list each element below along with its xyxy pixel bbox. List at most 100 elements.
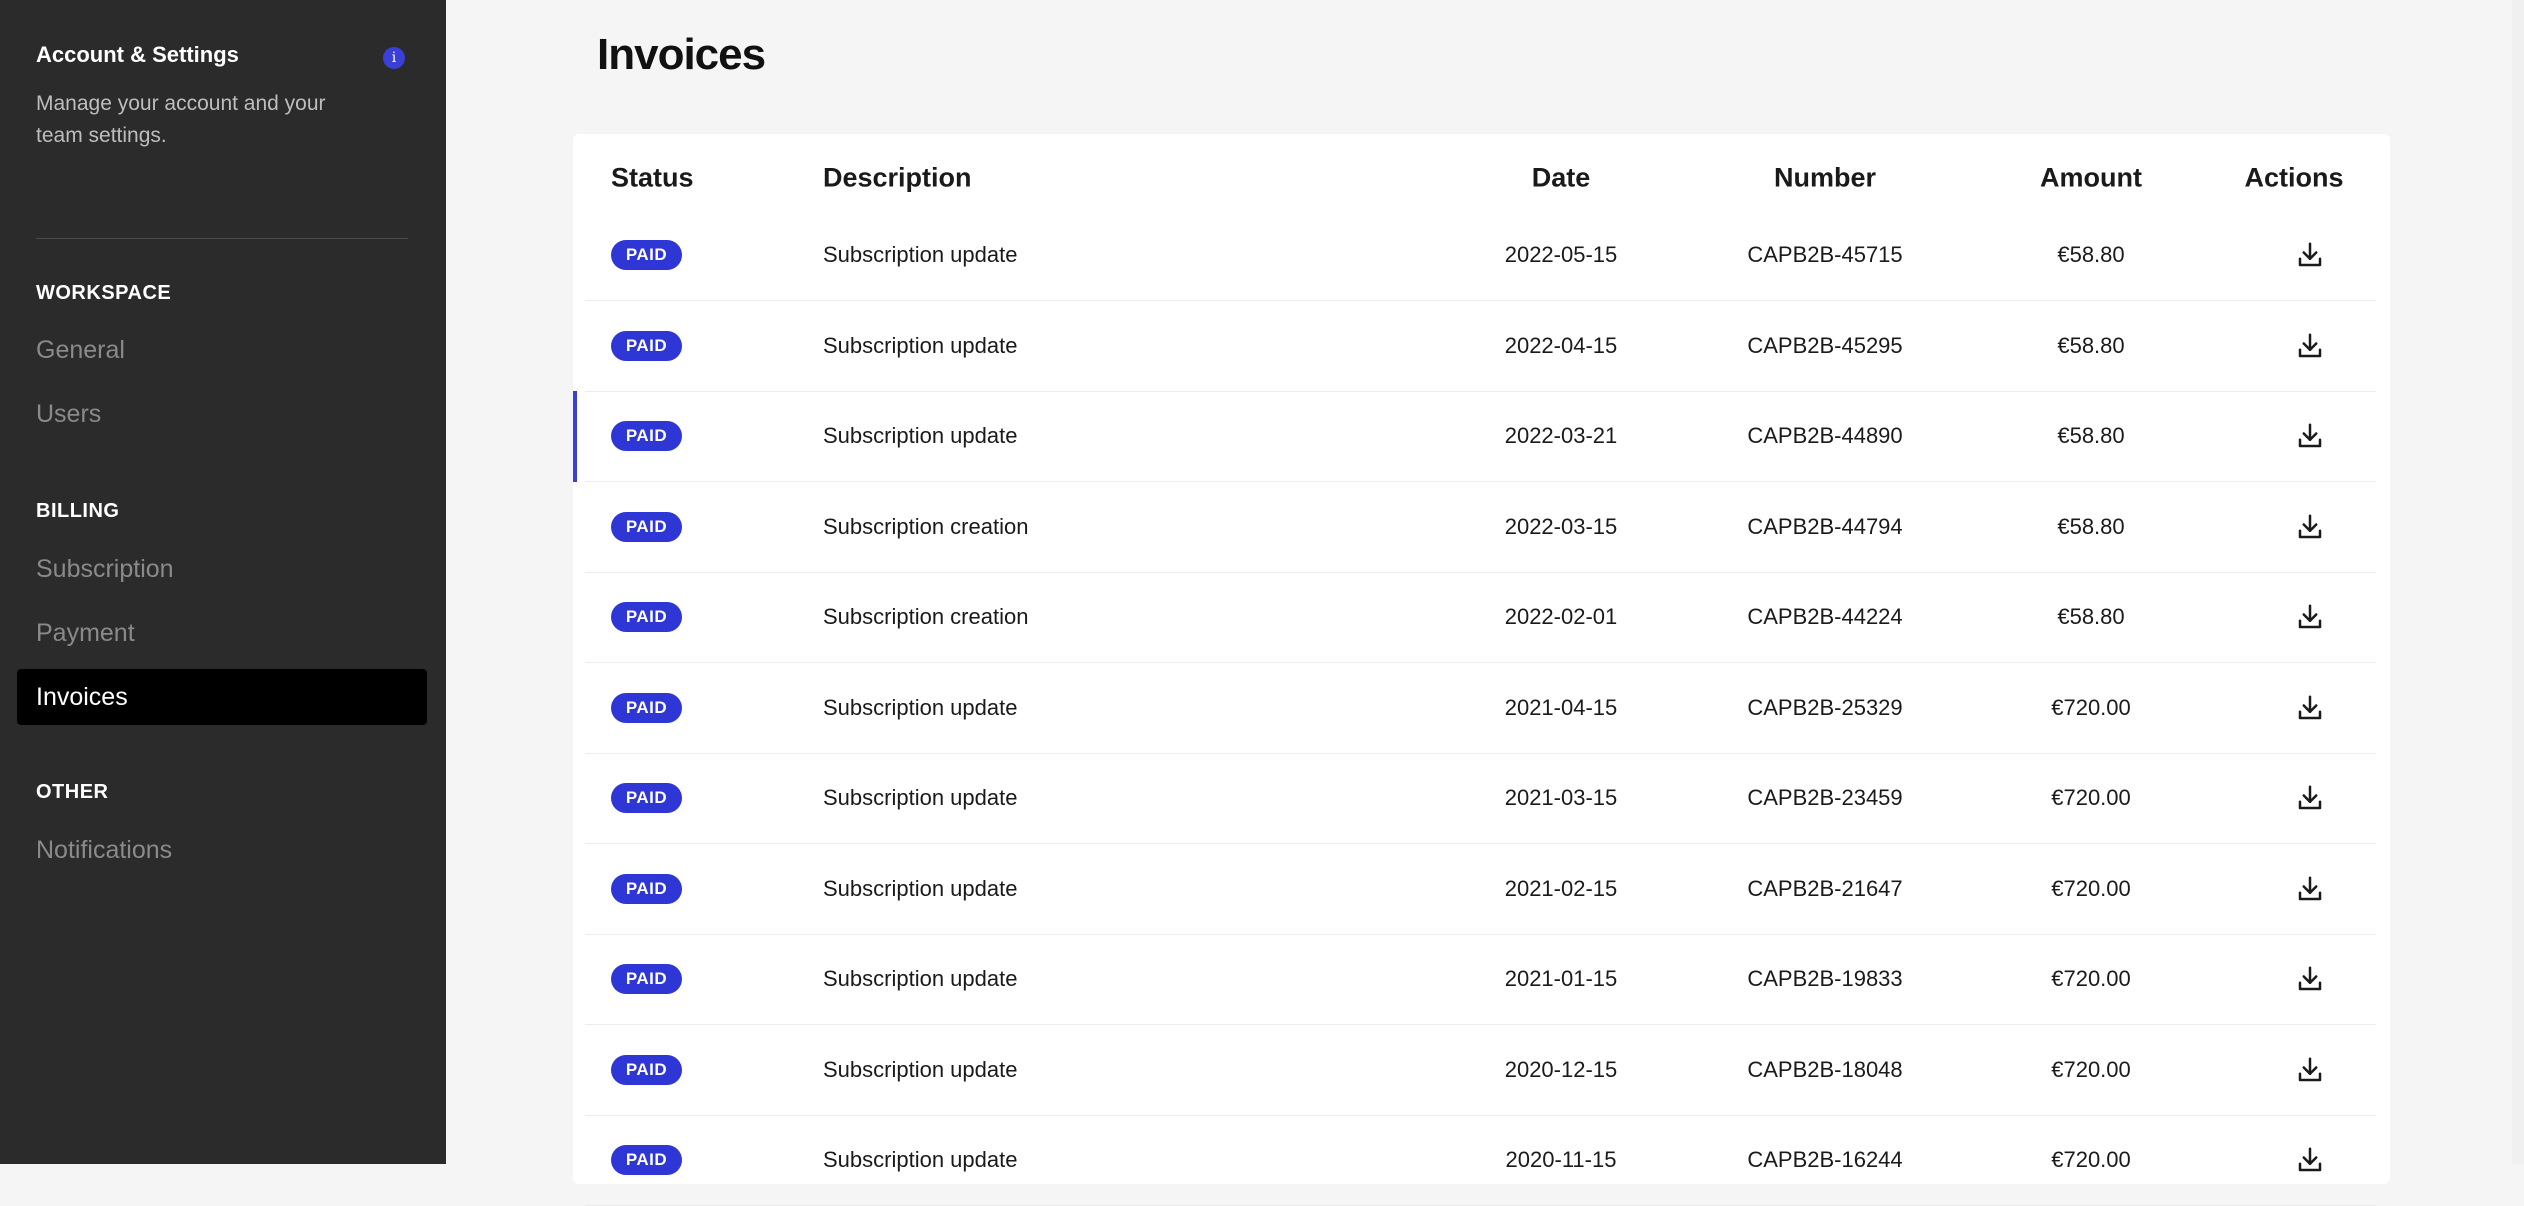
status-badge: PAID: [611, 1054, 682, 1085]
table-row[interactable]: PAID Subscription creation 2022-02-01 CAPB2…: [585, 572, 2376, 663]
table-row[interactable]: PAID Subscription update 2022-05-15 CAPB2B-…: [585, 210, 2376, 301]
description-cell: Subscription update: [823, 332, 1018, 358]
status-badge: PAID: [611, 692, 682, 723]
number-cell: CAPB2B-18048: [1747, 1056, 1903, 1082]
description-cell: Subscription update: [823, 966, 1018, 991]
number-cell: CAPB2B-23459: [1747, 785, 1903, 810]
description-cell: Subscription update: [823, 875, 1018, 901]
date-cell: 2022-02-01: [1504, 604, 1618, 629]
amount-cell: €58.80: [2057, 604, 2125, 629]
table-row[interactable]: PAID Subscription update 2021-03-15 CAPB2B-…: [585, 753, 2376, 844]
number-cell: CAPB2B-45715: [1747, 242, 1903, 267]
amount-cell: €720.00: [2051, 966, 2131, 991]
table-row[interactable]: PAID Subscription update 2022-04-15 CAPB2B-…: [585, 301, 2376, 392]
section-billing: BILLING: [36, 500, 120, 522]
date-cell: 2022-03-15: [1504, 513, 1618, 539]
download-icon[interactable]: [2295, 240, 2325, 270]
scrollbar[interactable]: [2512, 0, 2524, 1164]
column-header-status: Status: [611, 162, 694, 193]
date-cell: 2022-04-15: [1504, 332, 1618, 358]
description-cell: Subscription update: [823, 242, 1018, 267]
table-row[interactable]: PAID Subscription update 2020-11-15 CAPB2B-…: [585, 1115, 2376, 1206]
description-cell: Subscription update: [823, 423, 1018, 448]
date-cell: 2021-04-15: [1504, 694, 1618, 720]
section-other: OTHER: [36, 781, 109, 803]
table-row[interactable]: PAID Subscription update 2020-12-15 CAPB2B-…: [585, 1025, 2376, 1116]
amount-cell: €720.00: [2051, 875, 2131, 901]
download-icon[interactable]: [2295, 421, 2325, 451]
table-row[interactable]: PAID Subscription update 2021-04-15 CAPB2B-…: [585, 663, 2376, 754]
number-cell: CAPB2B-19833: [1747, 966, 1903, 991]
description-cell: Subscription creation: [823, 604, 1029, 629]
sidebar-item-notifications[interactable]: Notifications: [36, 836, 172, 865]
sidebar: Account & Settings i Manage your account…: [0, 0, 446, 1164]
download-icon[interactable]: [2295, 693, 2325, 723]
download-icon[interactable]: [2295, 964, 2325, 994]
sidebar-item-general[interactable]: General: [36, 336, 125, 365]
amount-cell: €58.80: [2057, 332, 2125, 358]
status-badge: PAID: [611, 240, 682, 270]
sidebar-subtitle: Manage your account and your team settin…: [36, 92, 326, 147]
description-cell: Subscription update: [823, 785, 1018, 810]
amount-cell: €720.00: [2051, 694, 2131, 720]
download-icon[interactable]: [2295, 331, 2325, 361]
download-icon[interactable]: [2295, 1055, 2325, 1085]
date-cell: 2020-12-15: [1504, 1056, 1618, 1082]
table-row[interactable]: PAID Subscription update 2021-01-15 CAPB2B-…: [585, 934, 2376, 1025]
page-title: Invoices: [597, 30, 766, 79]
column-header-number: Number: [1773, 162, 1877, 193]
sidebar-divider: [36, 238, 408, 239]
status-badge: PAID: [611, 783, 682, 813]
download-icon[interactable]: [2295, 874, 2325, 904]
download-icon[interactable]: [2295, 1145, 2325, 1175]
column-header-date: Date: [1531, 162, 1591, 193]
download-icon[interactable]: [2295, 512, 2325, 542]
number-cell: CAPB2B-44224: [1747, 604, 1903, 629]
status-badge: PAID: [611, 421, 682, 451]
amount-cell: €720.00: [2051, 1147, 2131, 1172]
description-cell: Subscription update: [823, 1147, 1018, 1172]
amount-cell: €58.80: [2057, 242, 2125, 267]
number-cell: CAPB2B-44794: [1747, 513, 1903, 539]
date-cell: 2021-02-15: [1504, 875, 1618, 901]
download-icon[interactable]: [2295, 783, 2325, 813]
column-header-actions: Actions: [2244, 162, 2344, 193]
date-cell: 2021-01-15: [1504, 966, 1618, 991]
download-icon[interactable]: [2295, 602, 2325, 632]
status-badge: PAID: [611, 964, 682, 994]
date-cell: 2022-03-21: [1504, 423, 1618, 448]
table-row[interactable]: PAID Subscription creation 2022-03-15 CAPB2…: [585, 482, 2376, 573]
number-cell: CAPB2B-25329: [1747, 694, 1903, 720]
description-cell: Subscription update: [823, 694, 1018, 720]
column-header-amount: Amount: [2040, 162, 2142, 193]
status-badge: PAID: [611, 602, 682, 632]
section-workspace: WORKSPACE: [36, 282, 172, 304]
sidebar-item-subscription[interactable]: Subscription: [36, 555, 174, 584]
amount-cell: €720.00: [2051, 1056, 2131, 1082]
number-cell: CAPB2B-44890: [1747, 423, 1903, 448]
status-badge: PAID: [611, 511, 682, 542]
amount-cell: €58.80: [2057, 513, 2125, 539]
sidebar-title: Account & Settings: [36, 42, 239, 67]
table-row[interactable]: PAID Subscription update 2022-03-21 CAPB2B-…: [573, 391, 2376, 482]
date-cell: 2020-11-15: [1505, 1147, 1617, 1172]
sidebar-item-users[interactable]: Users: [36, 400, 101, 429]
amount-cell: €720.00: [2051, 785, 2131, 810]
info-icon[interactable]: i: [383, 47, 405, 69]
amount-cell: €58.80: [2057, 423, 2125, 448]
number-cell: CAPB2B-16244: [1747, 1147, 1903, 1172]
status-badge: PAID: [611, 330, 682, 361]
table-row[interactable]: PAID Subscription update 2021-02-15 CAPB2B-…: [585, 844, 2376, 935]
number-cell: CAPB2B-45295: [1747, 332, 1903, 358]
sidebar-item-payment[interactable]: Payment: [36, 619, 135, 648]
description-cell: Subscription creation: [823, 513, 1029, 539]
status-badge: PAID: [611, 1145, 682, 1175]
column-header-description: Description: [823, 162, 972, 193]
status-badge: PAID: [611, 873, 682, 904]
description-cell: Subscription update: [823, 1056, 1018, 1082]
number-cell: CAPB2B-21647: [1747, 875, 1903, 901]
sidebar-item-label: Invoices: [36, 683, 128, 711]
sidebar-item-invoices[interactable]: Invoices: [17, 669, 427, 725]
date-cell: 2022-05-15: [1504, 242, 1618, 267]
date-cell: 2021-03-15: [1504, 785, 1618, 810]
